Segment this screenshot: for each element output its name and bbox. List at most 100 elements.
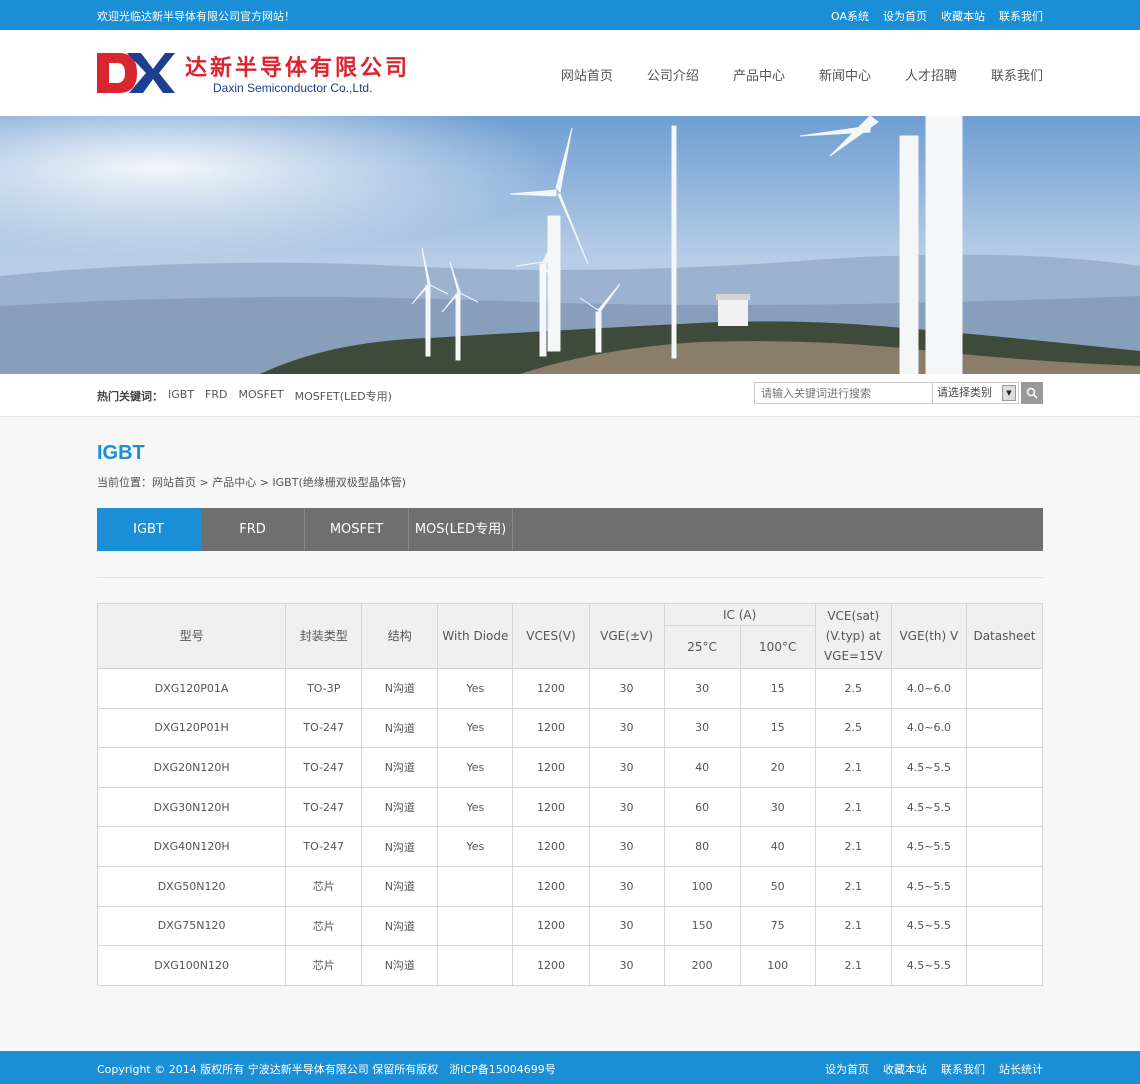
cell-vge-th: 4.5~5.5 [890, 786, 967, 828]
tab-mosfet[interactable]: MOSFET [305, 508, 409, 551]
cell-ic-100c: 15 [739, 707, 816, 749]
nav-about[interactable]: 公司介绍 [647, 65, 699, 84]
cell-structure: N沟道 [361, 905, 439, 947]
cell-ic-100c: 50 [739, 865, 816, 907]
header-vce-sat-line2: (V.typ) at [825, 629, 881, 643]
footer-links: 设为首页 收藏本站 联系我们 站长统计 [825, 1061, 1043, 1077]
footer-set-homepage-link[interactable]: 设为首页 [825, 1061, 869, 1077]
nav-news[interactable]: 新闻中心 [819, 65, 871, 84]
category-select[interactable]: 请选择类别 ▼ [933, 382, 1019, 404]
cell-structure: N沟道 [361, 747, 439, 788]
footer-bookmark-link[interactable]: 收藏本站 [883, 1061, 927, 1077]
cell-datasheet[interactable] [965, 945, 1044, 986]
tab-mos-led[interactable]: MOS(LED专用) [409, 508, 513, 551]
table-row: DXG75N120 芯片 N沟道 1200 30 150 75 2.1 4.5~5.5 [96, 905, 1044, 947]
cell-package: 芯片 [285, 865, 363, 907]
cell-vge-th: 4.5~5.5 [890, 945, 967, 986]
header-structure: 结构 [361, 603, 439, 669]
nav-careers[interactable]: 人才招聘 [905, 65, 957, 84]
cell-model[interactable]: DXG75N120 [96, 905, 287, 947]
cell-ic-100c: 40 [739, 826, 816, 867]
spec-table-body: DXG120P01A TO-3P N沟道 Yes 1200 30 30 15 2.5 4.0~6.… [96, 668, 1044, 986]
search-icon [1026, 387, 1038, 399]
nav-contact[interactable]: 联系我们 [991, 65, 1043, 84]
hot-keywords-label: 热门关键词： [97, 390, 163, 403]
cell-datasheet[interactable] [965, 826, 1044, 867]
cell-model[interactable]: DXG40N120H [96, 826, 287, 867]
cell-vge: 30 [588, 747, 665, 788]
cell-package: 芯片 [285, 945, 363, 986]
content-divider [97, 577, 1043, 578]
cell-vce-sat: 2.1 [814, 747, 892, 788]
cell-vces: 1200 [512, 826, 590, 867]
contact-link[interactable]: 联系我们 [999, 8, 1043, 24]
cell-ic-25c: 150 [663, 905, 741, 947]
cell-vce-sat: 2.1 [814, 865, 892, 907]
oa-system-link[interactable]: OA系统 [831, 8, 869, 24]
tab-igbt[interactable]: IGBT [97, 508, 201, 551]
cell-datasheet[interactable] [965, 707, 1044, 749]
cell-package: 芯片 [285, 905, 363, 947]
cell-model[interactable]: DXG120P01A [96, 668, 287, 709]
cell-vces: 1200 [512, 747, 590, 788]
nav-home[interactable]: 网站首页 [561, 65, 613, 84]
cell-vce-sat: 2.1 [814, 786, 892, 828]
cell-structure: N沟道 [361, 826, 439, 867]
cell-ic-100c: 30 [739, 786, 816, 828]
cell-ic-25c: 40 [663, 747, 741, 788]
footer-contact-link[interactable]: 联系我们 [941, 1061, 985, 1077]
set-homepage-link[interactable]: 设为首页 [883, 8, 927, 24]
cell-vge: 30 [588, 905, 665, 947]
cell-datasheet[interactable] [965, 905, 1044, 947]
header-model: 型号 [96, 603, 287, 669]
cell-datasheet[interactable] [965, 786, 1044, 828]
logo-name-en: Daxin Semiconductor Co.,Ltd. [213, 81, 373, 95]
table-row: DXG20N120H TO-247 N沟道 Yes 1200 30 40 20 2.1 4.5~5… [96, 747, 1044, 788]
cell-model[interactable]: DXG50N120 [96, 865, 287, 907]
company-logo[interactable]: 达新半导体有限公司 Daxin Semiconductor Co.,Ltd. [97, 47, 427, 99]
cell-datasheet[interactable] [965, 747, 1044, 788]
cell-datasheet[interactable] [965, 668, 1044, 709]
cell-ic-25c: 200 [663, 945, 741, 986]
cell-datasheet[interactable] [965, 865, 1044, 907]
cell-vces: 1200 [512, 865, 590, 907]
cell-package: TO-247 [285, 707, 363, 749]
dropdown-arrow-icon[interactable]: ▼ [1002, 385, 1016, 401]
page-title: IGBT [97, 442, 145, 464]
cell-model[interactable]: DXG30N120H [96, 786, 287, 828]
hot-keyword-igbt[interactable]: IGBT [168, 388, 194, 404]
cell-model[interactable]: DXG20N120H [96, 747, 287, 788]
cell-with-diode [437, 865, 514, 907]
cell-package: TO-247 [285, 786, 363, 828]
tab-frd[interactable]: FRD [201, 508, 305, 551]
cell-ic-25c: 100 [663, 865, 741, 907]
cell-vces: 1200 [512, 905, 590, 947]
header-vce-sat-line1: VCE(sat) [827, 609, 880, 623]
cell-with-diode: Yes [437, 826, 514, 867]
cell-with-diode: Yes [437, 747, 514, 788]
welcome-text: 欢迎光临达新半导体有限公司官方网站！ [97, 10, 295, 23]
cell-ic-100c: 75 [739, 905, 816, 947]
cell-ic-100c: 15 [739, 668, 816, 709]
site-header: 达新半导体有限公司 Daxin Semiconductor Co.,Ltd. 网… [0, 30, 1140, 116]
bookmark-link[interactable]: 收藏本站 [941, 8, 985, 24]
cell-vge-th: 4.5~5.5 [890, 826, 967, 867]
hot-keyword-mosfet[interactable]: MOSFET [239, 388, 284, 404]
cell-ic-100c: 20 [739, 747, 816, 788]
search-box: 请选择类别 ▼ [754, 382, 1043, 404]
table-row: DXG100N120 芯片 N沟道 1200 30 200 100 2.1 4.5~5.5 [96, 945, 1044, 986]
hot-keyword-frd[interactable]: FRD [205, 388, 227, 404]
cell-vces: 1200 [512, 945, 590, 986]
cell-model[interactable]: DXG120P01H [96, 707, 287, 749]
footer-stats-link[interactable]: 站长统计 [999, 1061, 1043, 1077]
search-input[interactable] [754, 382, 933, 404]
cell-vge-th: 4.0~6.0 [890, 707, 967, 749]
dx-logo-icon [97, 53, 175, 93]
cell-vce-sat: 2.5 [814, 707, 892, 749]
nav-products[interactable]: 产品中心 [733, 65, 785, 84]
cell-vge: 30 [588, 865, 665, 907]
hot-keyword-mosfet-led[interactable]: MOSFET(LED专用) [295, 388, 392, 404]
search-button[interactable] [1021, 382, 1043, 404]
cell-model[interactable]: DXG100N120 [96, 945, 287, 986]
logo-name-cn: 达新半导体有限公司 [185, 55, 411, 81]
